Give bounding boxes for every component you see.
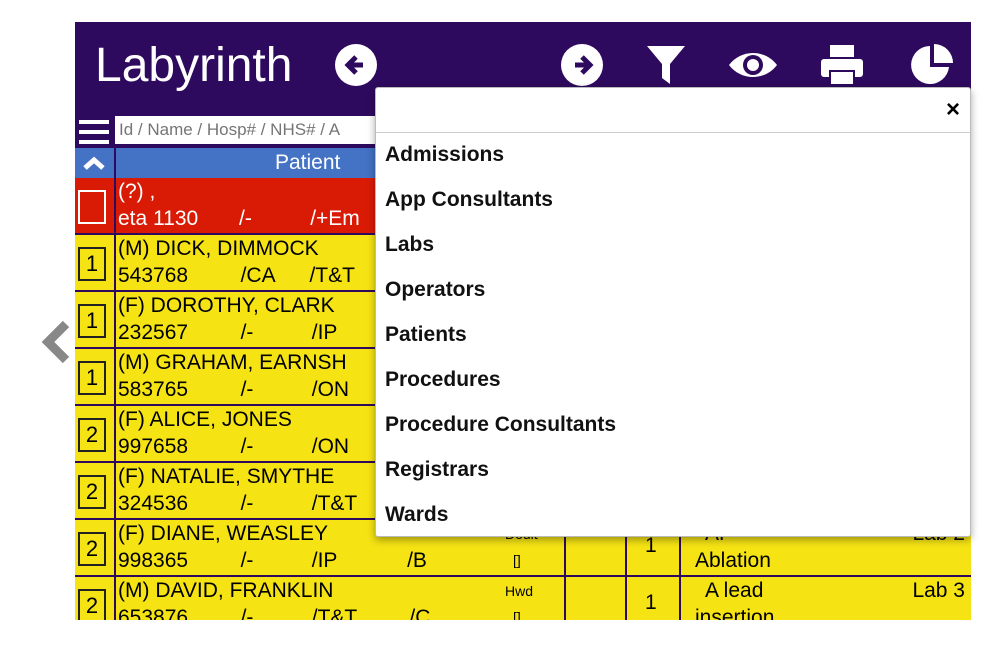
lab: Lab 3 [912, 579, 965, 602]
patient-details: 653876 /- /T&T /C [118, 606, 431, 620]
dropdown-item[interactable]: Patients [385, 323, 467, 347]
patient-details: eta 1130 /- /+Em [118, 207, 360, 230]
row-number-cell: 1 [75, 349, 116, 404]
dropdown-item[interactable]: Registrars [385, 458, 489, 482]
row-number[interactable]: 1 [78, 361, 106, 395]
filter-icon[interactable] [643, 42, 689, 88]
column-patient[interactable]: Patient [275, 151, 340, 175]
patient-details: 583765 /- /ON [118, 378, 350, 401]
row-number-cell: 2 [75, 520, 116, 575]
row-number[interactable]: 2 [78, 589, 106, 620]
patient-details: 543768 /CA /T&T [118, 264, 355, 287]
dropdown-item[interactable]: App Consultants [385, 188, 553, 212]
consultant-code: Hwd [505, 583, 534, 599]
chevron-left-icon[interactable] [40, 320, 74, 364]
patient-details: 232567 /- /IP [118, 321, 338, 344]
row-number[interactable]: 2 [78, 418, 106, 452]
procedure-line1: A lead [705, 579, 764, 602]
row-number-cell: 1 [75, 292, 116, 347]
eye-icon[interactable] [727, 42, 779, 88]
patient-name: (M) GRAHAM, EARNSH [118, 351, 347, 374]
pie-chart-icon[interactable] [909, 42, 955, 88]
divider [564, 577, 566, 620]
divider [679, 577, 681, 620]
dropdown-item[interactable]: Labs [385, 233, 434, 257]
row-number[interactable]: 2 [78, 532, 106, 566]
row-number-cell: 2 [75, 577, 116, 620]
dropdown-item[interactable]: Wards [385, 503, 448, 527]
row-number[interactable]: 1 [78, 247, 106, 281]
collapse-button[interactable] [75, 148, 116, 178]
chevron-up-icon [83, 156, 105, 170]
table-dropdown: × Admissions App Consultants Labs Operators… [375, 87, 971, 537]
hamburger-menu-icon[interactable] [79, 119, 109, 145]
patient-details: 324536 /- /T&T [118, 492, 358, 515]
patient-name: (F) ALICE, JONES [118, 408, 292, 431]
row-number-cell [75, 178, 116, 233]
row-number-cell: 1 [75, 235, 116, 290]
dropdown-item[interactable]: Operators [385, 278, 485, 302]
row-number[interactable]: 1 [78, 304, 106, 338]
patient-details: 997658 /- /ON [118, 435, 350, 458]
procedure-line2: Ablation [695, 549, 771, 572]
row-number[interactable] [78, 190, 106, 224]
back-arrow-icon[interactable] [333, 42, 379, 88]
app-title: Labyrinth [95, 39, 293, 92]
dropdown-item[interactable]: Procedure Consultants [385, 413, 616, 437]
patient-name: (M) DICK, DIMMOCK [118, 237, 319, 260]
flag: [] [513, 609, 521, 620]
count: 1 [645, 591, 657, 614]
patient-name: (F) DIANE, WEASLEY [118, 522, 329, 545]
row-number-cell: 2 [75, 463, 116, 518]
count: 1 [645, 534, 657, 557]
print-icon[interactable] [819, 42, 865, 88]
patient-name: (?) , [118, 180, 156, 203]
dropdown-item[interactable]: Admissions [385, 143, 504, 167]
forward-arrow-icon[interactable] [559, 42, 605, 88]
patient-details: 998365 /- /IP /B [118, 549, 427, 572]
patient-name: (F) DOROTHY, CLARK [118, 294, 335, 317]
procedure-line2: insertion [695, 606, 775, 620]
patient-name: (F) NATALIE, SMYTHE [118, 465, 335, 488]
flag: [] [513, 552, 521, 568]
table-row[interactable]: 2 (M) DAVID, FRANKLIN 653876 /- /T&T /C … [75, 577, 971, 620]
dropdown-header: × [376, 88, 970, 133]
dropdown-item[interactable]: Procedures [385, 368, 501, 392]
divider [625, 577, 627, 620]
patient-name: (M) DAVID, FRANKLIN [118, 579, 334, 602]
row-number-cell: 2 [75, 406, 116, 461]
close-icon[interactable]: × [946, 96, 960, 124]
row-number[interactable]: 2 [78, 475, 106, 509]
